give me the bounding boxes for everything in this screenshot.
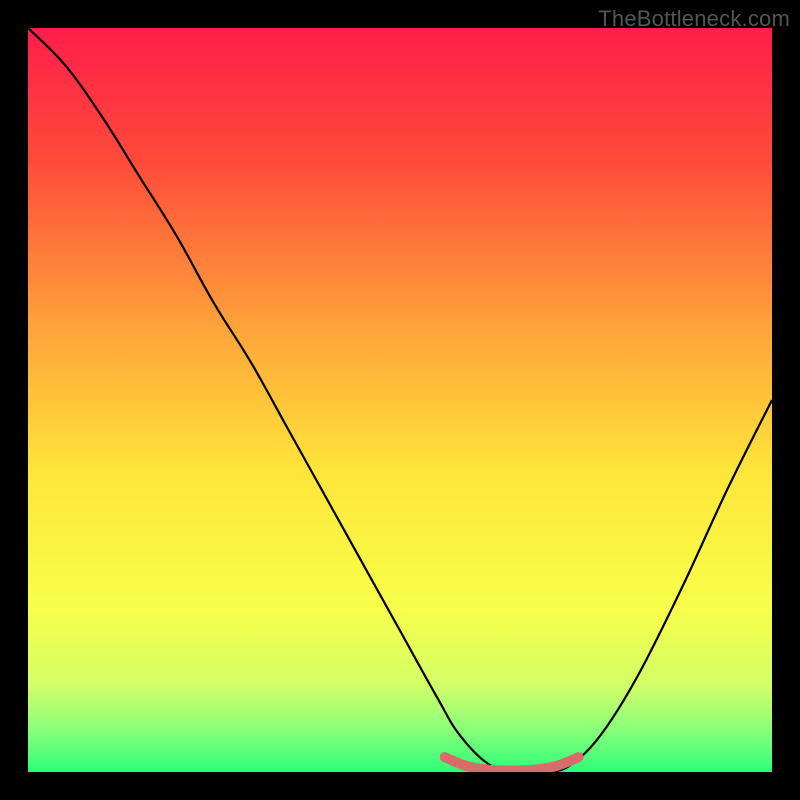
watermark-text: TheBottleneck.com — [598, 6, 790, 32]
chart-plot-area — [28, 28, 772, 772]
gradient-background — [28, 28, 772, 772]
